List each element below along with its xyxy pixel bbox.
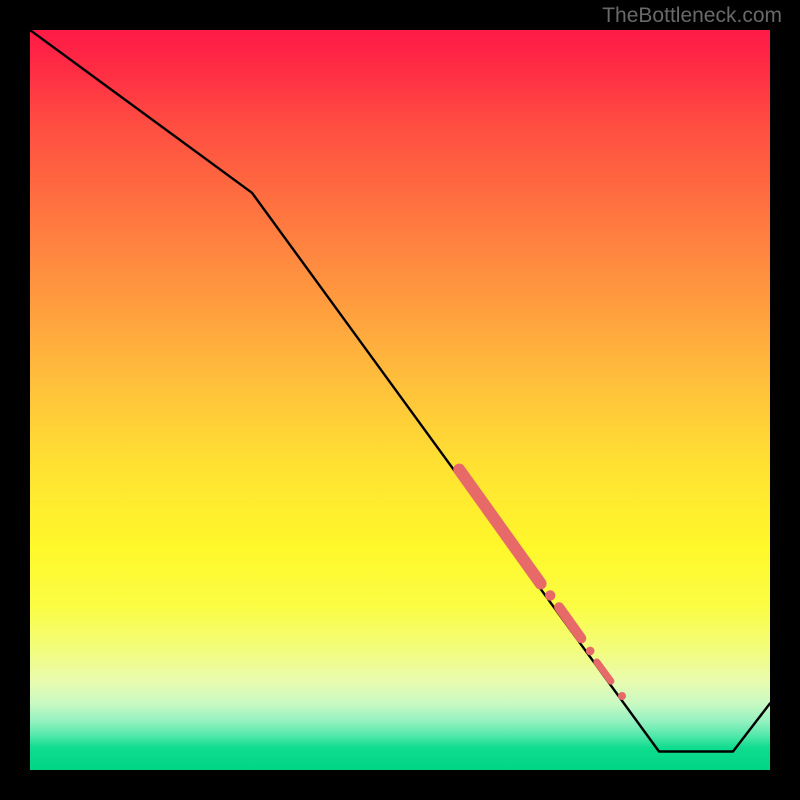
- highlight-segment: [559, 607, 581, 638]
- highlight-dot: [586, 647, 595, 656]
- highlight-segment: [459, 470, 540, 584]
- highlight-dot: [618, 692, 626, 700]
- chart-plot-area: [30, 30, 770, 770]
- highlight-segment: [597, 662, 611, 681]
- chart-highlights: [459, 470, 626, 700]
- watermark-text: TheBottleneck.com: [602, 4, 782, 28]
- chart-overlay: [30, 30, 770, 770]
- chart-curve: [30, 30, 770, 752]
- highlight-dot: [545, 590, 555, 600]
